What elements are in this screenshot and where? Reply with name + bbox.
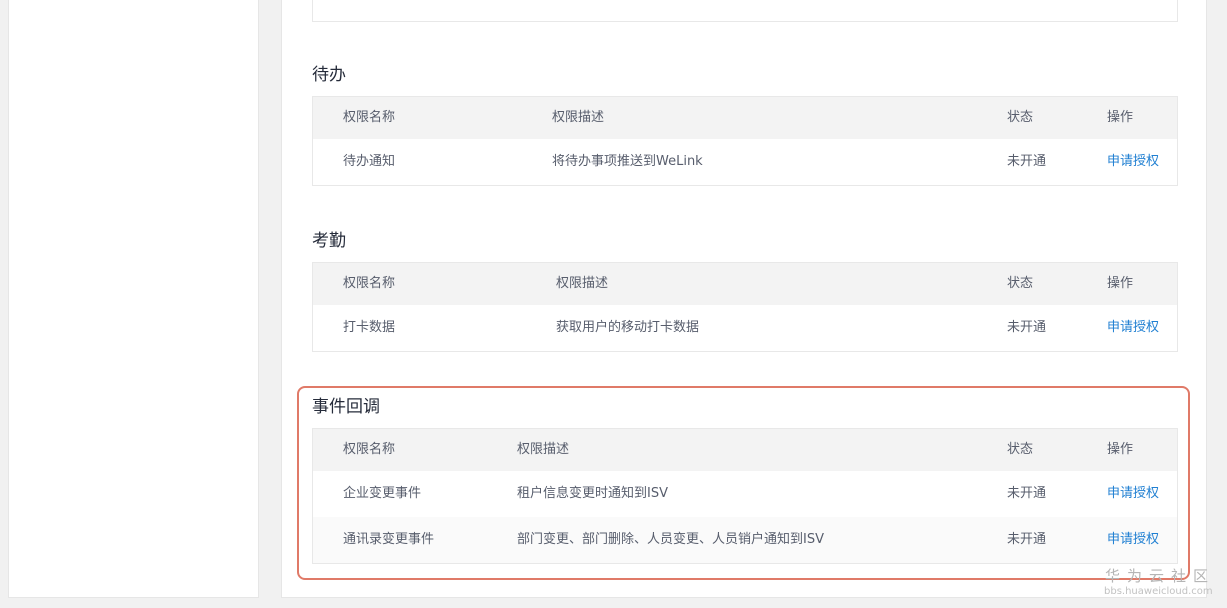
apply-authorization-link[interactable]: 申请授权 xyxy=(1107,471,1159,517)
section-title: 事件回调 xyxy=(312,397,380,417)
table-row: 通讯录变更事件 部门变更、部门删除、人员变更、人员销户通知到ISV 未开通 申请… xyxy=(313,517,1177,563)
header-status: 状态 xyxy=(1007,110,1034,125)
header-operation: 操作 xyxy=(1107,110,1134,125)
permission-table: 权限名称 权限描述 状态 操作 企业变更事件 租户信息变更时通知到ISV 未开通… xyxy=(312,428,1178,564)
permission-status: 未开通 xyxy=(1007,320,1047,335)
permission-status: 未开通 xyxy=(1007,154,1047,169)
permission-table: 权限名称 权限描述 状态 操作 打卡数据 获取用户的移动打卡数据 未开通 申请授… xyxy=(312,262,1178,352)
table-header-row: 权限名称 权限描述 状态 操作 xyxy=(313,429,1177,471)
header-operation: 操作 xyxy=(1107,276,1134,291)
permission-status: 未开通 xyxy=(1007,486,1047,501)
table-row: 企业变更事件 租户信息变更时通知到ISV 未开通 申请授权 xyxy=(313,471,1177,517)
table-row: 待办通知 将待办事项推送到WeLink 未开通 申请授权 xyxy=(313,139,1177,185)
table-row: 打卡数据 获取用户的移动打卡数据 未开通 申请授权 xyxy=(313,305,1177,351)
apply-authorization-link[interactable]: 申请授权 xyxy=(1107,139,1159,185)
permission-desc: 租户信息变更时通知到ISV xyxy=(517,486,668,501)
table-header-row: 权限名称 权限描述 状态 操作 xyxy=(313,97,1177,139)
permission-desc: 将待办事项推送到WeLink xyxy=(552,154,703,169)
permission-table: 权限名称 权限描述 状态 操作 待办通知 将待办事项推送到WeLink 未开通 … xyxy=(312,96,1178,186)
header-status: 状态 xyxy=(1007,276,1034,291)
permission-name: 通讯录变更事件 xyxy=(343,532,435,547)
header-permission-name: 权限名称 xyxy=(343,276,396,291)
main-panel: 待办 权限名称 权限描述 状态 操作 待办通知 将待办事项推送到WeLink 未… xyxy=(281,0,1207,598)
apply-authorization-link[interactable]: 申请授权 xyxy=(1107,517,1159,563)
permission-name: 打卡数据 xyxy=(343,320,396,335)
permission-name: 待办通知 xyxy=(343,154,396,169)
permission-status: 未开通 xyxy=(1007,532,1047,547)
header-permission-desc: 权限描述 xyxy=(552,110,605,125)
header-permission-desc: 权限描述 xyxy=(556,276,609,291)
header-status: 状态 xyxy=(1007,442,1034,457)
watermark: 华为云社区 bbs.huaweicloud.com xyxy=(1104,567,1217,598)
apply-authorization-link[interactable]: 申请授权 xyxy=(1107,305,1159,351)
watermark-brand: 华为云社区 xyxy=(1105,567,1216,585)
permission-desc: 获取用户的移动打卡数据 xyxy=(556,320,700,335)
previous-table-bottom xyxy=(312,0,1178,22)
header-permission-name: 权限名称 xyxy=(343,442,396,457)
header-operation: 操作 xyxy=(1107,442,1134,457)
watermark-url: bbs.huaweicloud.com xyxy=(1104,586,1213,597)
permission-desc: 部门变更、部门删除、人员变更、人员销户通知到ISV xyxy=(517,532,824,547)
header-permission-desc: 权限描述 xyxy=(517,442,570,457)
section-title: 考勤 xyxy=(312,231,346,251)
left-sidebar xyxy=(8,0,259,598)
permission-name: 企业变更事件 xyxy=(343,486,422,501)
header-permission-name: 权限名称 xyxy=(343,110,396,125)
table-header-row: 权限名称 权限描述 状态 操作 xyxy=(313,263,1177,305)
section-title: 待办 xyxy=(312,65,346,85)
